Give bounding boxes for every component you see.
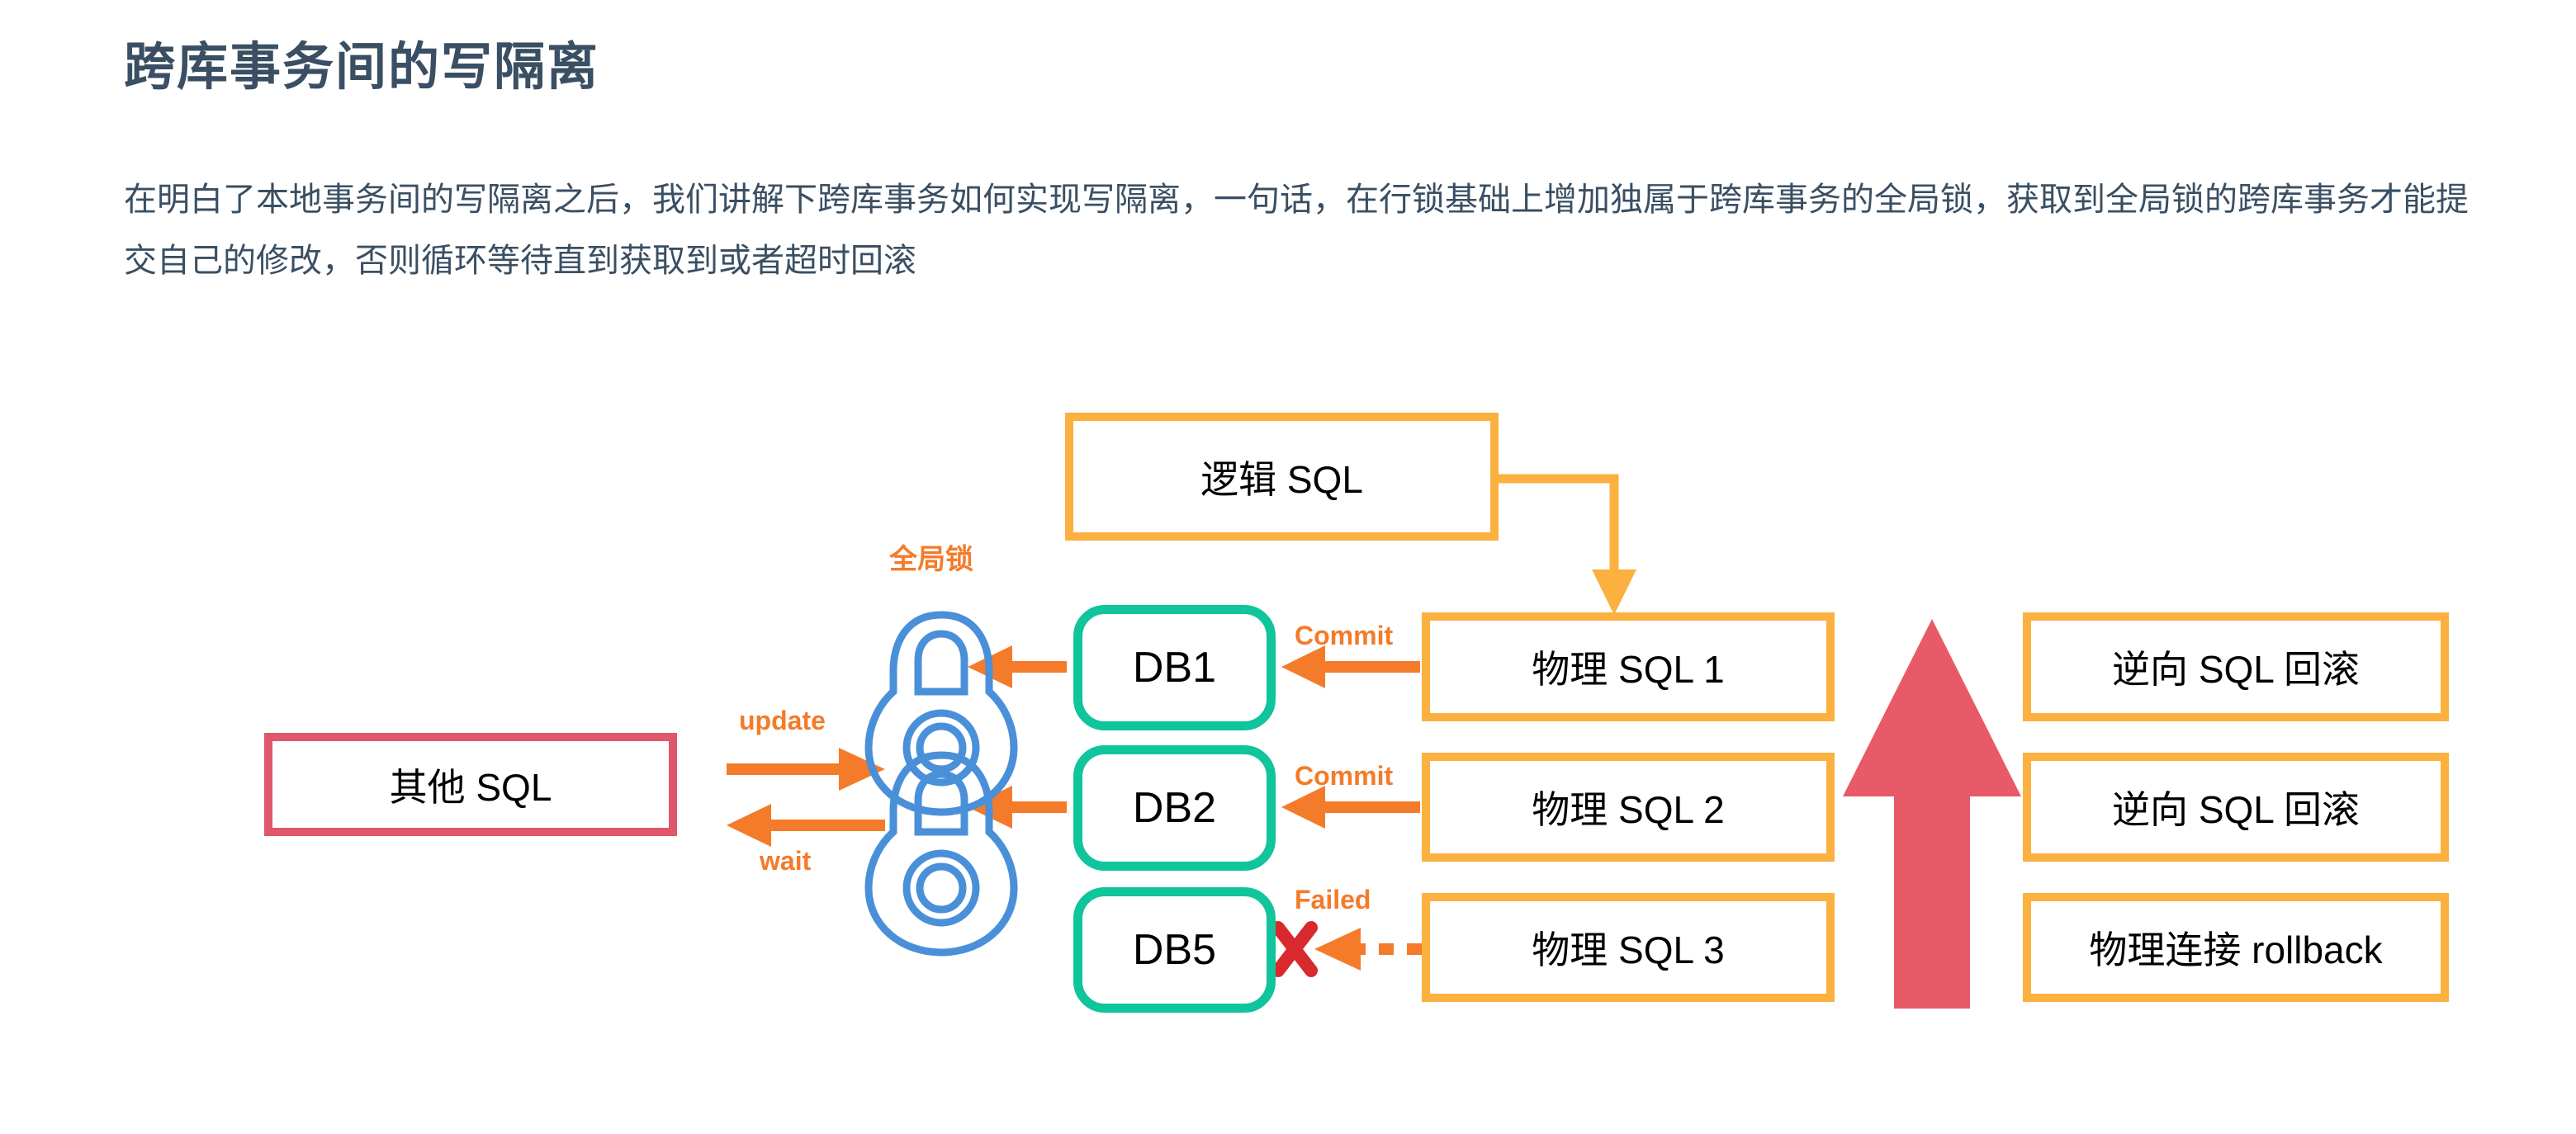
rollback-box-1[interactable]: 逆向 SQL 回滚 — [2023, 612, 2449, 721]
logical-sql-box[interactable]: 逻辑 SQL — [1065, 413, 1499, 541]
rollback-box-3[interactable]: 物理连接 rollback — [2023, 893, 2449, 1002]
physical-sql-box-1[interactable]: 物理 SQL 1 — [1422, 612, 1835, 721]
logical-sql-label: 逻辑 SQL — [1200, 457, 1363, 501]
physical-sql-label: 物理 SQL 2 — [1532, 788, 1725, 831]
db2-to-lock-arrow — [968, 786, 1067, 829]
wait-label: wait — [760, 846, 812, 876]
physical-sql-label: 物理 SQL 3 — [1532, 928, 1725, 971]
cross-mark-icon — [1271, 921, 1318, 977]
physical-sql-box-2[interactable]: 物理 SQL 2 — [1422, 753, 1835, 862]
rollback-label: 物理连接 rollback — [2089, 928, 2383, 971]
rollback-label: 逆向 SQL 回滚 — [2112, 788, 2360, 831]
rollback-label: 逆向 SQL 回滚 — [2112, 648, 2360, 691]
rollback-up-arrow-icon — [1843, 619, 2021, 1009]
commit-arrow-db1 — [1281, 645, 1420, 688]
db-name-label: DB1 — [1132, 644, 1217, 692]
update-arrow — [727, 748, 885, 791]
db-name-label: DB5 — [1132, 926, 1217, 974]
failed-arrow-db5 — [1271, 921, 1422, 977]
status-badge-db5: Failed — [1295, 885, 1371, 914]
commit-arrow-db2 — [1281, 786, 1420, 829]
physical-sql-label: 物理 SQL 1 — [1532, 648, 1725, 691]
other-sql-box[interactable]: 其他 SQL — [264, 733, 677, 836]
db-node-db1[interactable]: DB1 — [1073, 605, 1276, 730]
update-label: update — [739, 706, 826, 735]
padlock-icon — [864, 611, 1018, 816]
write-isolation-diagram: 逻辑 SQL 全局锁 其他 SQL update wait DB1 DB2 DB… — [0, 0, 2576, 1134]
rollback-box-2[interactable]: 逆向 SQL 回滚 — [2023, 753, 2449, 862]
db1-to-lock-arrow — [968, 645, 1067, 688]
wait-arrow — [727, 804, 885, 847]
global-lock-label: 全局锁 — [889, 544, 973, 575]
db-node-db5[interactable]: DB5 — [1073, 887, 1276, 1013]
status-badge-db1: Commit — [1295, 621, 1394, 650]
db-node-db2[interactable]: DB2 — [1073, 745, 1276, 871]
db-name-label: DB2 — [1132, 784, 1217, 832]
logical-to-physical-connector — [1499, 474, 1636, 615]
other-sql-label: 其他 SQL — [389, 765, 552, 809]
status-badge-db2: Commit — [1295, 761, 1394, 791]
physical-sql-box-3[interactable]: 物理 SQL 3 — [1422, 893, 1835, 1002]
